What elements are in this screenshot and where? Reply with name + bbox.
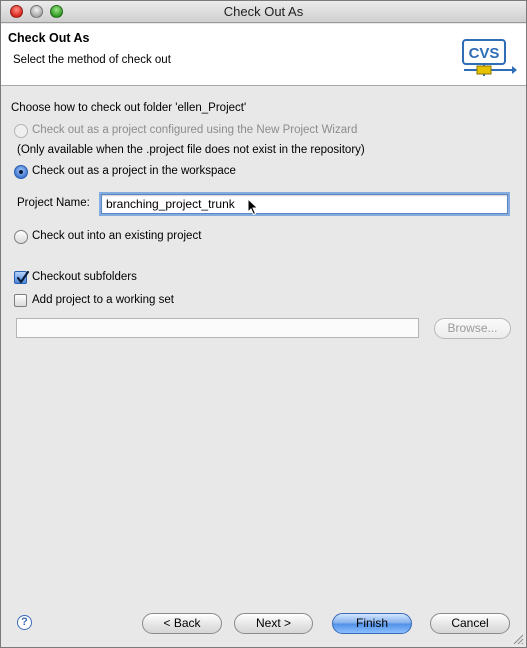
wizard-radio[interactable] bbox=[14, 124, 28, 138]
resize-grip-icon[interactable] bbox=[512, 633, 524, 645]
mouse-pointer-icon bbox=[247, 198, 259, 216]
cvs-logo-icon: CVS bbox=[462, 39, 518, 79]
existing-project-label: Check out into an existing project bbox=[32, 230, 202, 242]
wizard-radio-label: Check out as a project configured using … bbox=[32, 124, 358, 136]
dialog-window: Check Out As Check Out As Select the met… bbox=[0, 0, 527, 648]
workspace-radio[interactable] bbox=[14, 165, 28, 179]
back-button[interactable]: < Back bbox=[142, 613, 222, 634]
working-set-checkbox[interactable] bbox=[14, 294, 27, 307]
banner-description: Select the method of check out bbox=[13, 54, 171, 66]
checkout-method-heading: Choose how to check out folder 'ellen_Pr… bbox=[11, 102, 247, 114]
banner-title: Check Out As bbox=[8, 31, 90, 45]
cvs-logo-text: CVS bbox=[469, 45, 500, 62]
dialog-content: Choose how to check out folder 'ellen_Pr… bbox=[1, 87, 526, 634]
working-set-field[interactable] bbox=[16, 318, 419, 338]
project-name-input[interactable]: branching_project_trunk bbox=[101, 194, 508, 214]
existing-project-radio[interactable] bbox=[14, 230, 28, 244]
wizard-note: (Only available when the .project file d… bbox=[17, 144, 365, 156]
browse-button[interactable]: Browse... bbox=[434, 318, 511, 339]
finish-button[interactable]: Finish bbox=[332, 613, 412, 634]
cancel-button[interactable]: Cancel bbox=[430, 613, 510, 634]
wizard-banner: Check Out As Select the method of check … bbox=[1, 24, 526, 86]
window-title: Check Out As bbox=[223, 4, 304, 19]
help-icon[interactable]: ? bbox=[17, 615, 32, 630]
project-name-label: Project Name: bbox=[17, 197, 90, 209]
subfolders-label: Checkout subfolders bbox=[32, 271, 137, 283]
title-bar[interactable]: Check Out As bbox=[1, 1, 526, 23]
working-set-label: Add project to a working set bbox=[32, 294, 174, 306]
subfolders-checkbox[interactable] bbox=[14, 270, 30, 284]
next-button[interactable]: Next > bbox=[234, 613, 313, 634]
workspace-radio-label: Check out as a project in the workspace bbox=[32, 165, 236, 177]
